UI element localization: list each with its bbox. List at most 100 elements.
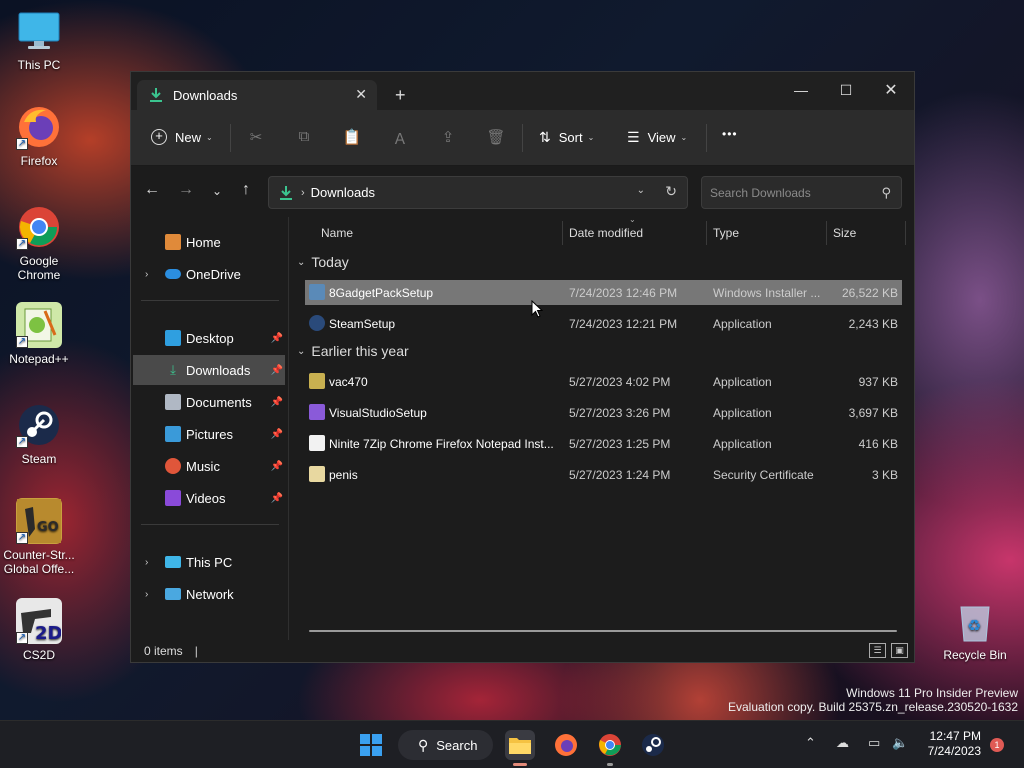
up-arrow-icon[interactable]: ↑ [235, 181, 257, 203]
group-header-today[interactable]: ⌄ Today [297, 254, 349, 270]
file-row[interactable]: penis 5/27/2023 1:24 PM Security Certifi… [305, 462, 902, 487]
desktop-icon-cs2d[interactable]: 2D ↗ CS2D [4, 598, 74, 662]
refresh-icon[interactable]: ↻ [665, 183, 677, 200]
sidebar-item-network[interactable]: › Network [133, 579, 285, 609]
pin-icon[interactable]: 📌 [271, 461, 283, 472]
copy-icon[interactable]: ⧉ [294, 128, 314, 148]
expand-chevron-icon[interactable]: › [145, 589, 148, 600]
sort-indicator-icon: ⌄ [629, 215, 636, 224]
desktop-icon-notepadpp[interactable]: ↗ Notepad++ [4, 302, 74, 366]
share-icon[interactable]: ⇪ [438, 128, 458, 148]
sidebar-item-music[interactable]: Music 📌 [133, 451, 285, 481]
delete-icon[interactable]: 🗑 [486, 128, 506, 148]
file-row[interactable]: vac470 5/27/2023 4:02 PM Application 937… [305, 369, 902, 394]
column-header-name[interactable]: Name [321, 217, 353, 249]
more-options-button[interactable]: ••• [722, 127, 738, 141]
details-view-icon[interactable]: ☰ [869, 643, 886, 658]
file-row[interactable]: Ninite 7Zip Chrome Firefox Notepad Inst.… [305, 431, 902, 456]
column-divider[interactable] [706, 221, 707, 245]
onedrive-offline-icon[interactable]: ☁ [836, 735, 849, 751]
pane-splitter[interactable] [288, 217, 289, 640]
address-bar[interactable]: › Downloads ⌄ ↻ [268, 176, 688, 209]
file-type: Windows Installer ... [713, 286, 821, 300]
pin-icon[interactable]: 📌 [271, 333, 283, 344]
sidebar-item-pictures[interactable]: Pictures 📌 [133, 419, 285, 449]
pin-icon[interactable]: 📌 [271, 493, 283, 504]
forward-arrow-icon[interactable]: → [175, 181, 197, 203]
expand-chevron-icon[interactable]: › [145, 269, 148, 280]
search-input[interactable]: Search Downloads ⚲ [701, 176, 902, 209]
tab-close-button[interactable]: ✕ [355, 86, 367, 103]
show-hidden-icons-chevron-icon[interactable]: ⌃ [805, 735, 816, 751]
download-icon [150, 88, 162, 102]
taskbar-file-explorer[interactable] [505, 730, 535, 760]
network-icon[interactable]: ▭ [868, 735, 880, 751]
file-row[interactable]: 8GadgetPackSetup 7/24/2023 12:46 PM Wind… [305, 280, 902, 305]
new-button[interactable]: + New ⌄ [151, 129, 213, 145]
taskbar-chrome[interactable] [595, 730, 625, 760]
column-header-type[interactable]: Type [713, 217, 739, 249]
group-header-earlier-this-year[interactable]: ⌄ Earlier this year [297, 343, 409, 359]
horizontal-scrollbar[interactable] [309, 630, 897, 632]
windows-watermark: Windows 11 Pro Insider Preview Evaluatio… [728, 686, 1018, 714]
view-button[interactable]: ☰ View ⌄ [627, 129, 687, 146]
volume-icon[interactable]: 🔈 [892, 735, 908, 751]
file-name: Ninite 7Zip Chrome Firefox Notepad Inst.… [329, 437, 554, 451]
sidebar-item-label: OneDrive [186, 266, 241, 282]
address-dropdown-icon[interactable]: ⌄ [637, 185, 645, 196]
large-icons-view-icon[interactable]: ▣ [891, 643, 908, 658]
desktop-icon-firefox[interactable]: ↗ Firefox [4, 104, 74, 168]
running-app-indicator [607, 763, 613, 766]
column-header-size[interactable]: Size [833, 217, 856, 249]
desktop-icon-recycle-bin[interactable]: ♻ Recycle Bin [940, 598, 1010, 662]
sidebar-item-home[interactable]: Home [133, 227, 285, 257]
pin-icon[interactable]: 📌 [271, 365, 283, 376]
desktop-icon-steam[interactable]: ↗ Steam [4, 402, 74, 466]
chrome-icon [599, 734, 621, 756]
column-divider[interactable] [905, 221, 906, 245]
taskbar-search-button[interactable]: ⚲ Search [398, 730, 493, 760]
status-bar: 0 items | ☰ ▣ [131, 640, 914, 662]
paste-icon[interactable]: 📋 [342, 128, 362, 148]
file-row[interactable]: VisualStudioSetup 5/27/2023 3:26 PM Appl… [305, 400, 902, 425]
desktop-icon-csgo[interactable]: GO ↗ Counter-Str... Global Offe... [3, 498, 75, 576]
notification-badge[interactable]: 1 [990, 738, 1004, 752]
title-bar: Downloads ✕ + — ☐ ✕ [131, 72, 914, 110]
desktop-icon-this-pc[interactable]: This PC [4, 8, 74, 72]
sidebar-item-desktop[interactable]: Desktop 📌 [133, 323, 285, 353]
clock[interactable]: 12:47 PM 7/24/2023 [928, 729, 981, 759]
tab-downloads[interactable]: Downloads ✕ [137, 80, 377, 110]
search-icon[interactable]: ⚲ [881, 185, 891, 201]
monitor-icon [16, 8, 62, 54]
sort-button[interactable]: ⇅ Sort ⌄ [539, 129, 594, 146]
column-divider[interactable] [562, 221, 563, 245]
back-arrow-icon[interactable]: ← [141, 181, 163, 203]
expand-chevron-icon[interactable]: › [145, 557, 148, 568]
taskbar-firefox[interactable] [551, 730, 581, 760]
sidebar-item-this-pc[interactable]: › This PC [133, 547, 285, 577]
new-tab-button[interactable]: + [395, 85, 406, 106]
start-button[interactable] [356, 730, 386, 760]
pin-icon[interactable]: 📌 [271, 397, 283, 408]
maximize-button[interactable]: ☐ [831, 78, 861, 102]
pin-icon[interactable]: 📌 [271, 429, 283, 440]
view-list-icon: ☰ [627, 129, 640, 145]
sidebar-item-onedrive[interactable]: › OneDrive [133, 259, 285, 289]
cut-icon[interactable]: ✂ [246, 128, 266, 148]
file-type: Application [713, 406, 772, 420]
close-button[interactable]: ✕ [876, 78, 906, 102]
network-icon [165, 588, 181, 600]
rename-icon[interactable]: Ａ [390, 128, 410, 148]
file-date: 5/27/2023 1:24 PM [569, 468, 671, 482]
sidebar-item-documents[interactable]: Documents 📌 [133, 387, 285, 417]
sidebar-item-downloads[interactable]: ⤓ Downloads 📌 [133, 355, 285, 385]
breadcrumb-downloads[interactable]: Downloads [311, 185, 375, 200]
sidebar-item-videos[interactable]: Videos 📌 [133, 483, 285, 513]
desktop-icon-chrome[interactable]: ↗ Google Chrome [4, 204, 74, 282]
column-divider[interactable] [826, 221, 827, 245]
minimize-button[interactable]: — [786, 78, 816, 102]
taskbar-steam[interactable] [638, 730, 668, 760]
recent-locations-chevron-icon[interactable]: ⌄ [206, 184, 228, 206]
file-row[interactable]: SteamSetup 7/24/2023 12:21 PM Applicatio… [305, 311, 902, 336]
cloud-icon [165, 269, 181, 279]
